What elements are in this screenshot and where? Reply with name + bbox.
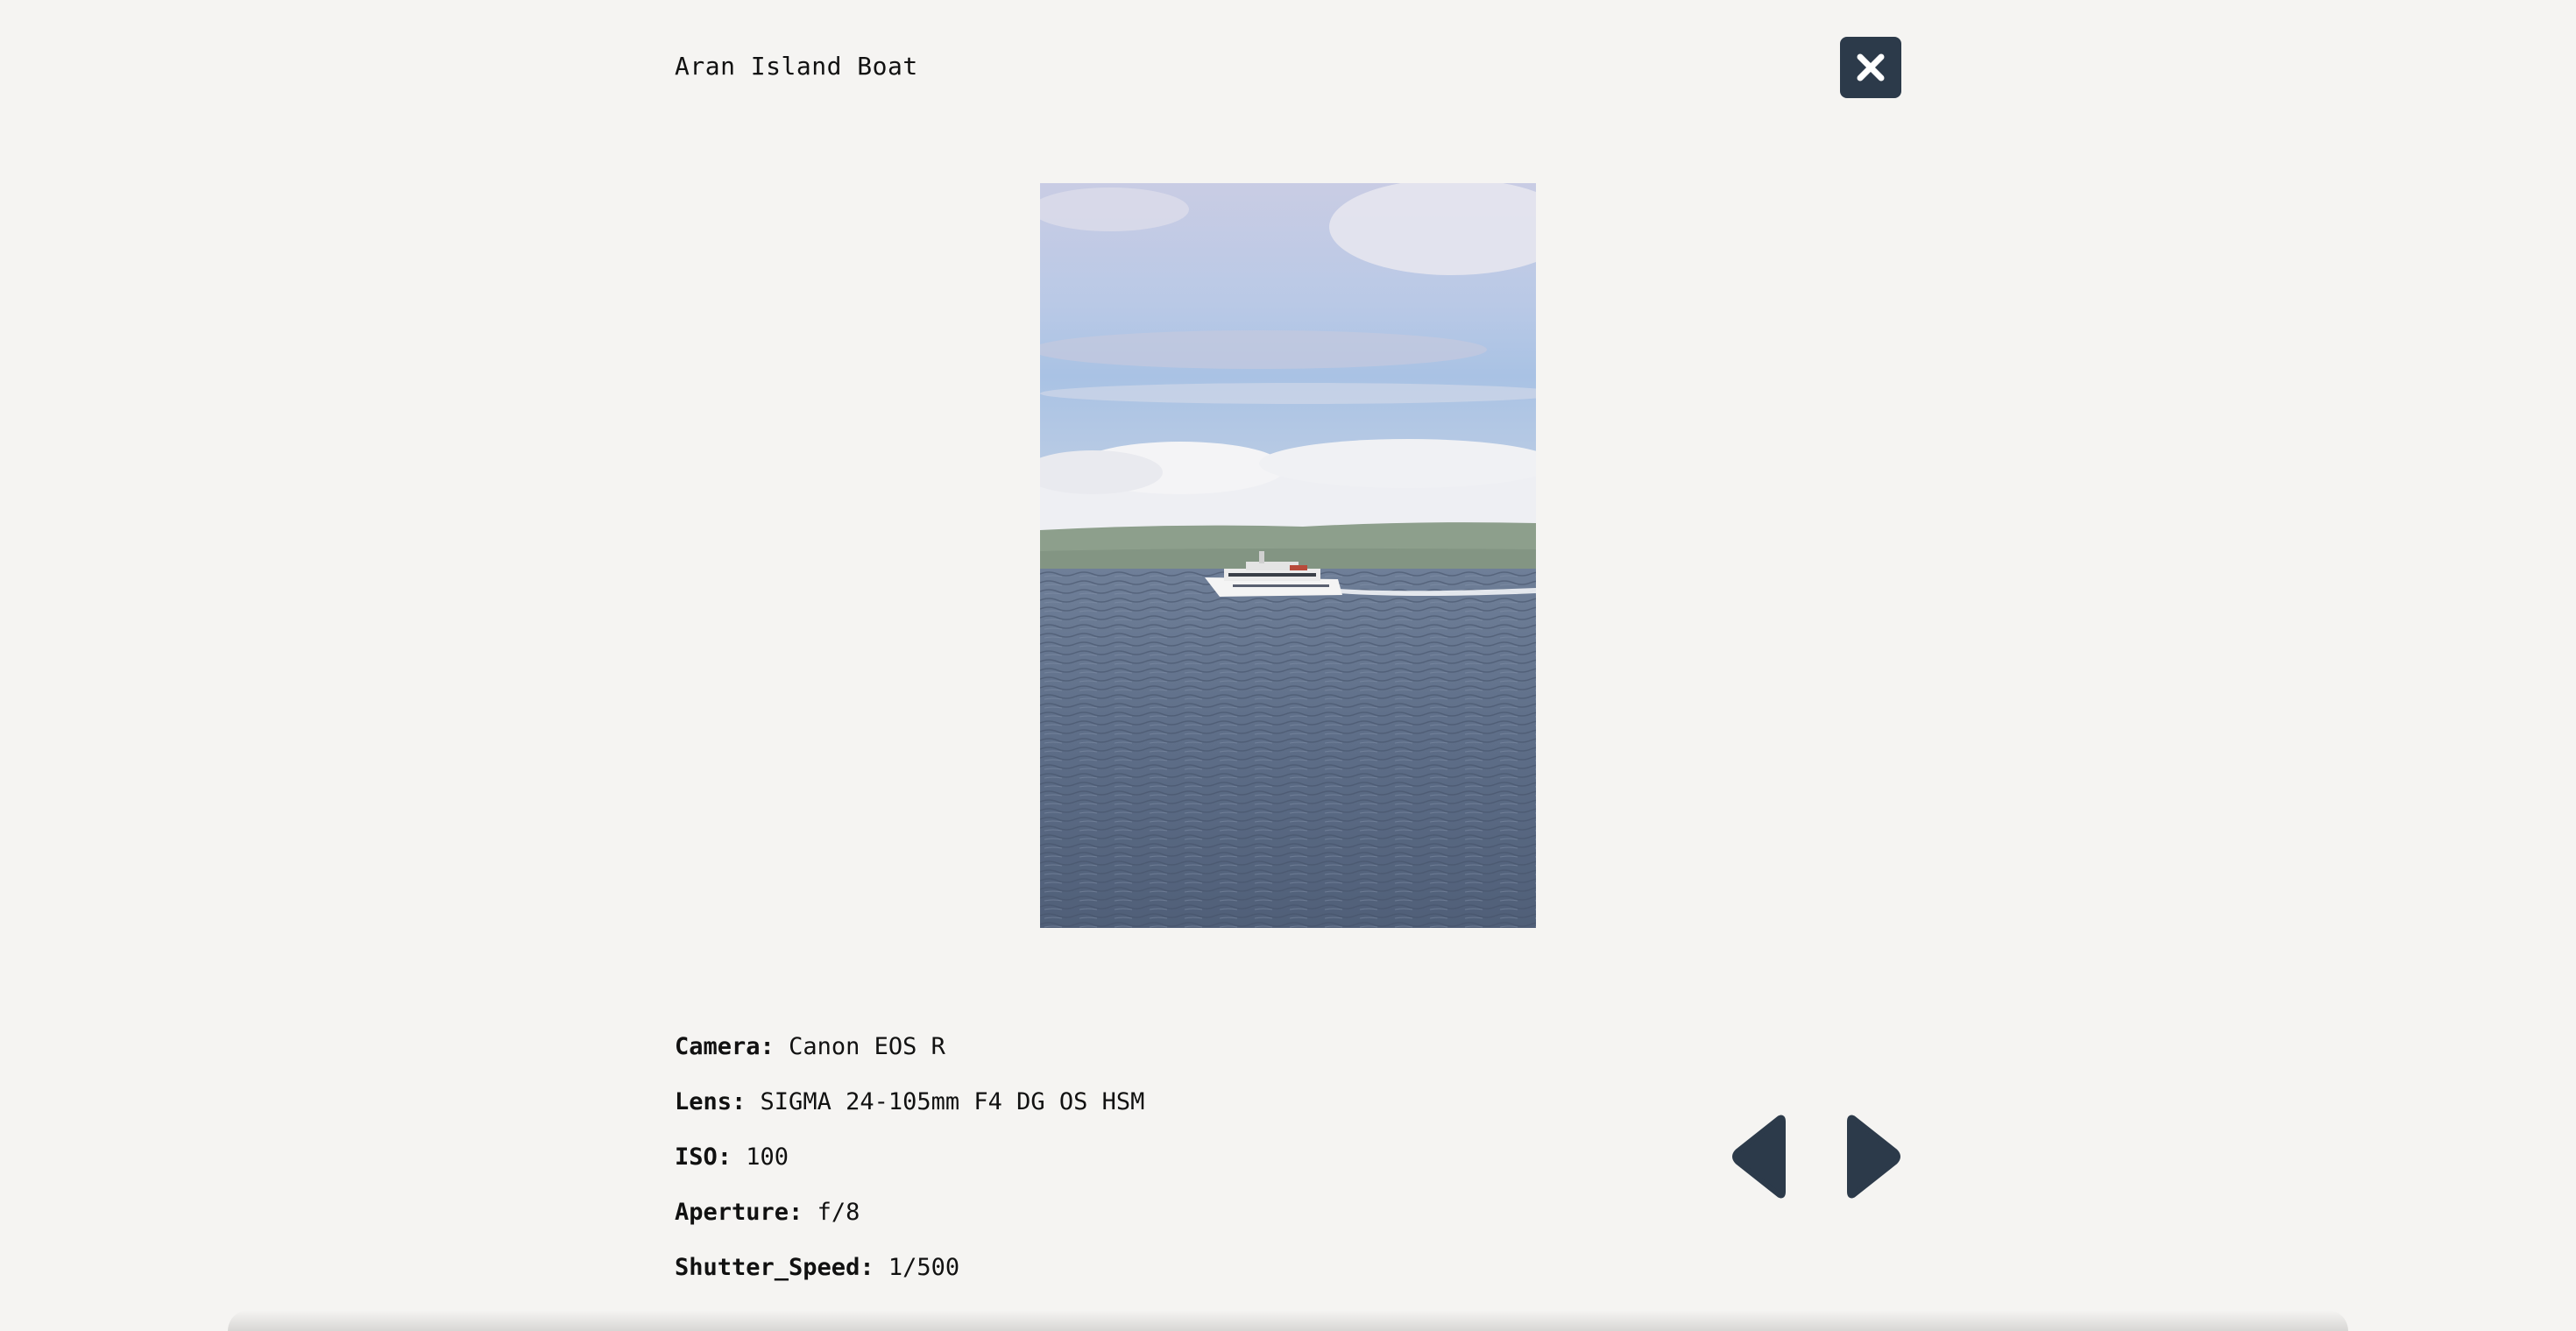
next-photo-button[interactable] [1846, 1111, 1902, 1202]
metadata-label: Aperture: [675, 1199, 803, 1226]
metadata-label: ISO: [675, 1143, 732, 1171]
metadata-aperture: Aperture: f/8 [675, 1191, 1144, 1246]
metadata-value: SIGMA 24-105mm F4 DG OS HSM [760, 1088, 1145, 1115]
photo-metadata: Camera: Canon EOS R Lens: SIGMA 24-105mm… [675, 1025, 1144, 1301]
metadata-label: Camera: [675, 1033, 775, 1060]
metadata-shutter-speed: Shutter_Speed: 1/500 [675, 1246, 1144, 1301]
photo-lightbox: Aran Island Boat Camera: Canon EOS R Len… [0, 0, 2576, 1331]
photo-image [1040, 183, 1536, 928]
metadata-value: 100 [746, 1143, 789, 1171]
metadata-label: Lens: [675, 1088, 747, 1115]
metadata-lens: Lens: SIGMA 24-105mm F4 DG OS HSM [675, 1080, 1144, 1136]
modal-bottom-shadow [228, 1310, 2348, 1331]
previous-photo-button[interactable] [1730, 1111, 1787, 1202]
chevron-right-icon [1847, 1115, 1900, 1199]
close-button[interactable] [1840, 37, 1901, 98]
metadata-camera: Camera: Canon EOS R [675, 1025, 1144, 1080]
metadata-value: f/8 [817, 1199, 860, 1226]
photo-title: Aran Island Boat [675, 52, 918, 81]
close-icon [1857, 53, 1885, 81]
metadata-iso: ISO: 100 [675, 1136, 1144, 1191]
metadata-value: Canon EOS R [789, 1033, 945, 1060]
metadata-label: Shutter_Speed: [675, 1254, 874, 1281]
chevron-left-icon [1732, 1115, 1786, 1199]
metadata-value: 1/500 [888, 1254, 960, 1281]
